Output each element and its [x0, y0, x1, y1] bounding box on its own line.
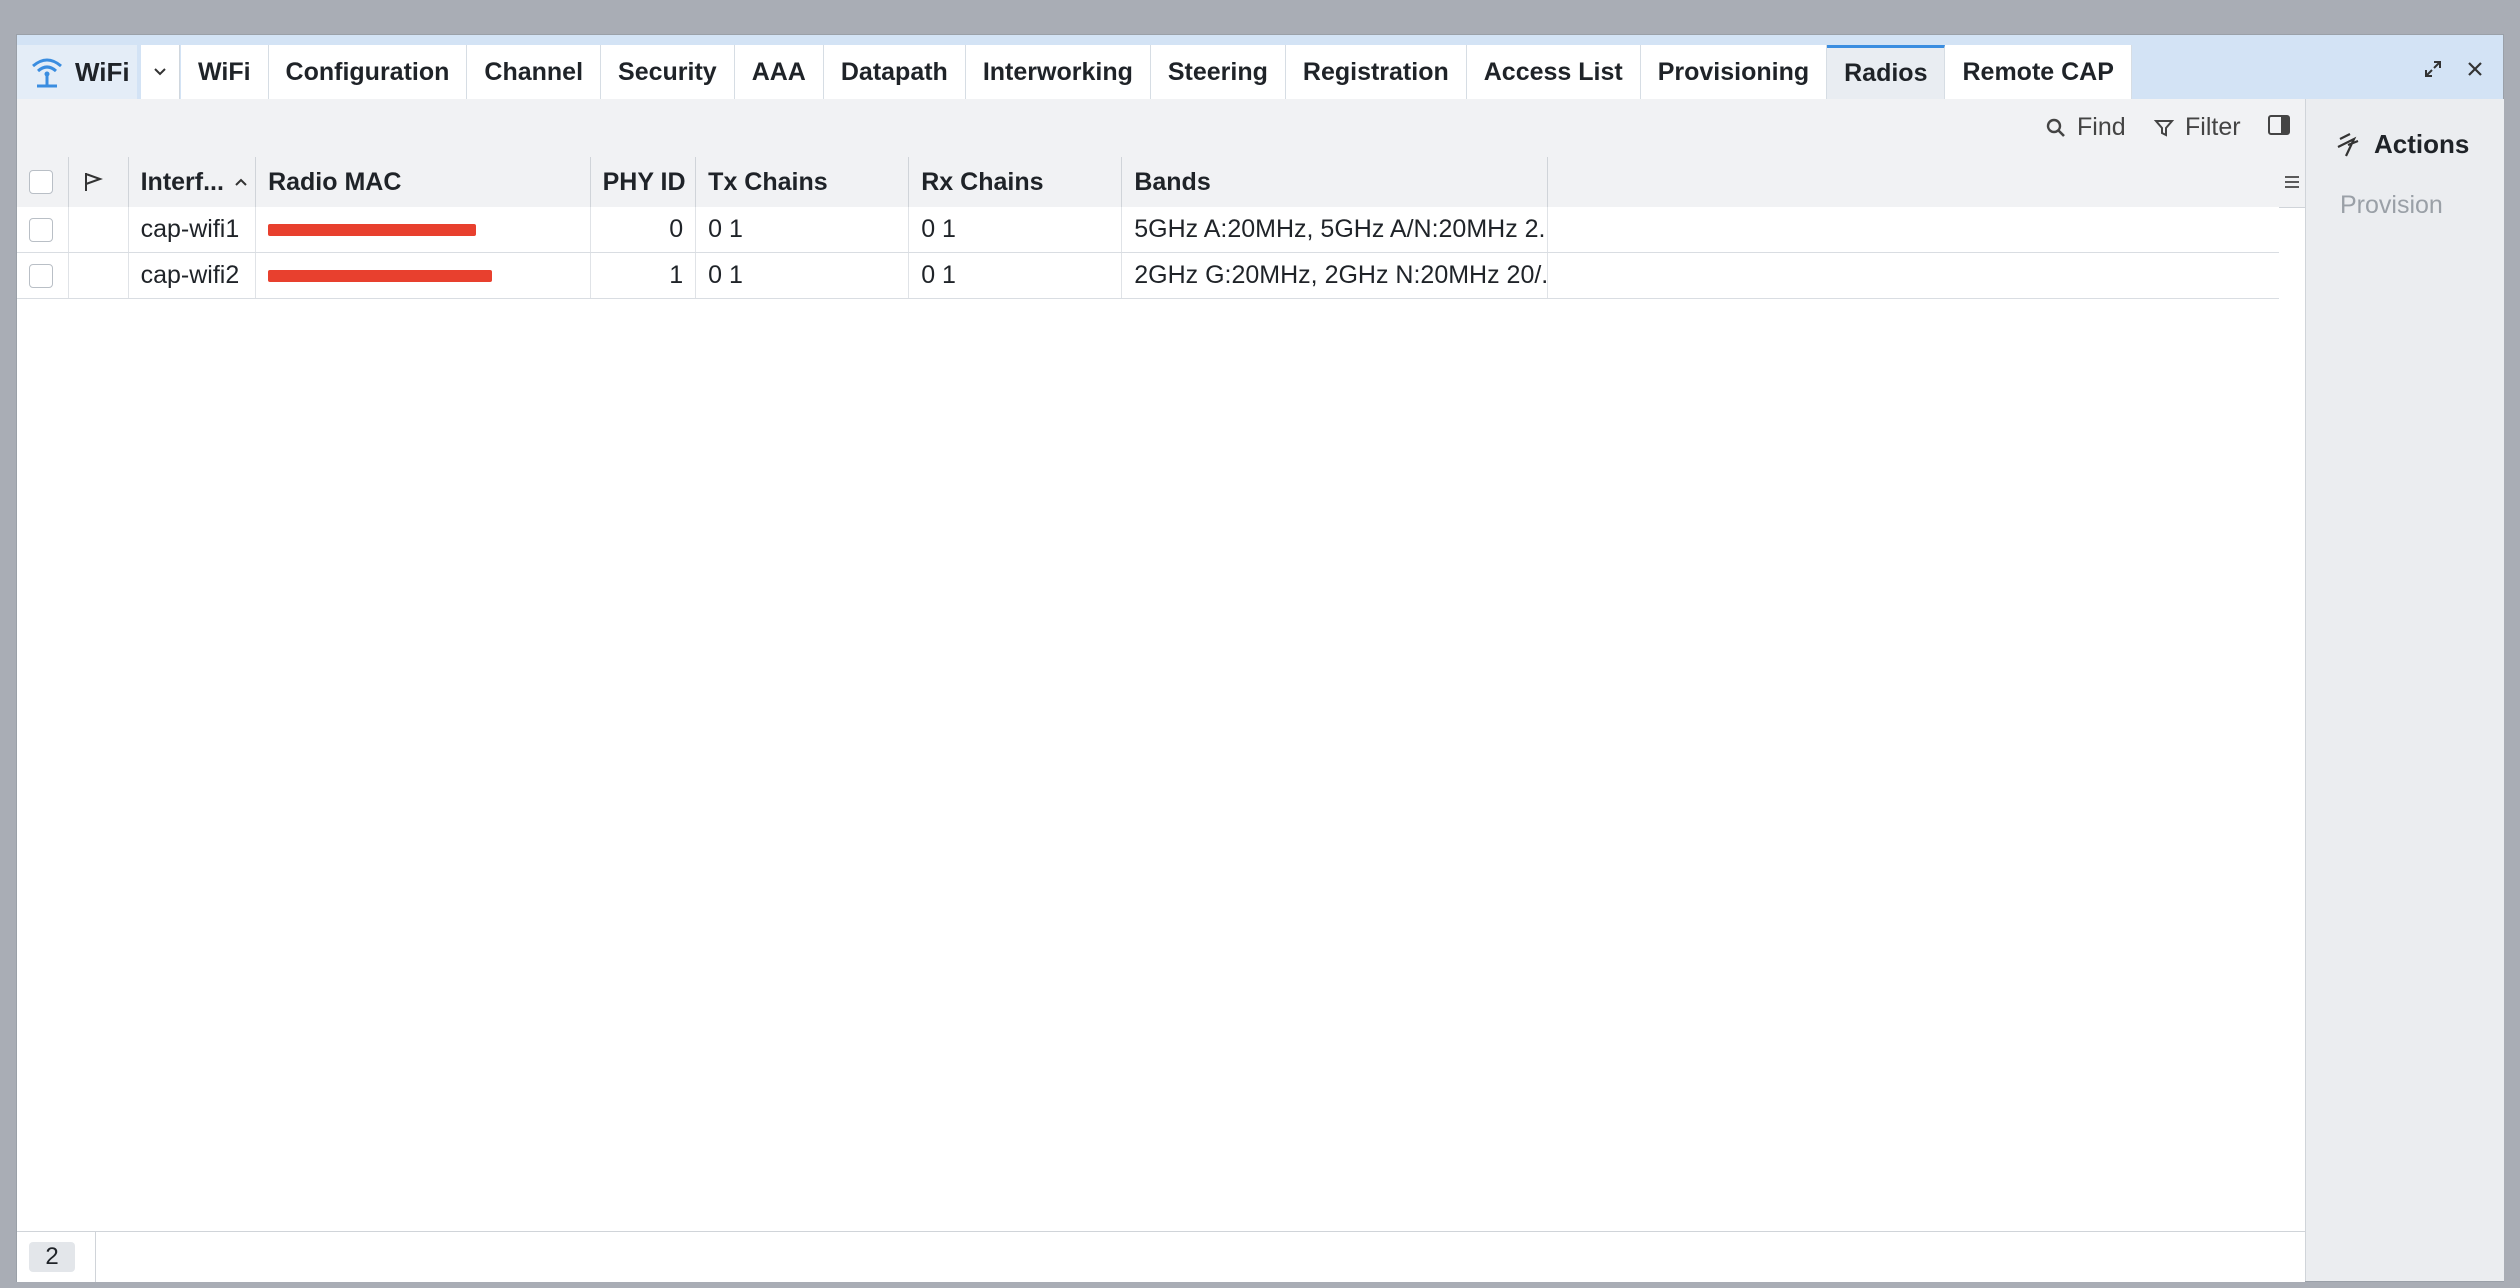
- column-header-tx-chains[interactable]: Tx Chains: [696, 157, 910, 207]
- tab-registration[interactable]: Registration: [1285, 45, 1467, 99]
- column-menu-icon[interactable]: [2283, 173, 2301, 191]
- cell-bands: 2GHz G:20MHz, 2GHz N:20MHz 20/...: [1122, 253, 1549, 298]
- row-select-cell: [17, 253, 69, 298]
- tab-list: WiFi Configuration Channel Security AAA …: [181, 45, 2132, 99]
- actions-icon: [2337, 132, 2359, 156]
- tab-configuration[interactable]: Configuration: [268, 45, 468, 99]
- table-header: Interf... Radio MAC PHY ID Tx Chains Rx …: [17, 157, 2305, 208]
- cell-phy-id: 1: [591, 253, 697, 298]
- toolbar: Find Filter: [17, 99, 2305, 158]
- tab-dropdown-button[interactable]: [141, 45, 180, 99]
- footer-divider: [95, 1232, 96, 1282]
- cell-interface: cap-wifi2: [129, 253, 257, 298]
- select-all-cell: [17, 157, 69, 207]
- chevron-down-icon: [154, 68, 166, 76]
- cell-phy-id: 0: [591, 207, 697, 252]
- column-header-rx-chains[interactable]: Rx Chains: [909, 157, 1123, 207]
- column-header-interface[interactable]: Interf...: [129, 157, 257, 207]
- tab-bar: WiFi WiFi Configuration Channel Security…: [17, 35, 2503, 100]
- tab-datapath[interactable]: Datapath: [823, 45, 966, 99]
- wifi-window: WiFi WiFi Configuration Channel Security…: [16, 34, 2504, 1282]
- wifi-icon: [32, 58, 62, 88]
- tab-access-list[interactable]: Access List: [1466, 45, 1641, 99]
- cell-tx-chains: 0 1: [696, 207, 910, 252]
- app-title-label: WiFi: [75, 56, 130, 87]
- redaction-mark: [268, 269, 493, 282]
- side-panel-toggle[interactable]: [2267, 113, 2301, 137]
- tab-remote-cap[interactable]: Remote CAP: [1945, 45, 2132, 99]
- cell-empty: [1548, 207, 2279, 252]
- flag-icon: [84, 173, 103, 191]
- column-header-empty: [1548, 157, 2305, 207]
- row-flag-cell: [69, 207, 129, 252]
- row-count-badge: 2: [29, 1242, 75, 1272]
- tab-wifi[interactable]: WiFi: [181, 45, 269, 99]
- cell-rx-chains: 0 1: [909, 207, 1123, 252]
- select-all-checkbox[interactable]: [29, 170, 53, 194]
- side-panel-icon: [2268, 115, 2290, 135]
- find-label: Find: [2077, 113, 2126, 141]
- cell-tx-chains: 0 1: [696, 253, 910, 298]
- flag-column-header[interactable]: [69, 157, 129, 207]
- maximize-button[interactable]: [2413, 49, 2453, 89]
- tab-steering[interactable]: Steering: [1150, 45, 1286, 99]
- find-button[interactable]: Find: [2045, 113, 2126, 142]
- filter-button[interactable]: Filter: [2153, 113, 2241, 142]
- provision-action[interactable]: Provision: [2340, 191, 2443, 220]
- status-bar: 2: [17, 1231, 2305, 1282]
- column-header-interface-label: Interf...: [140, 167, 224, 196]
- row-select-cell: [17, 207, 69, 252]
- tab-interworking[interactable]: Interworking: [965, 45, 1151, 99]
- actions-panel: Actions Provision: [2305, 99, 2504, 1281]
- column-header-phy-id[interactable]: PHY ID: [591, 157, 697, 207]
- table-row[interactable]: cap-wifi1 0 0 1 0 1 5GHz A:20MHz, 5GHz A…: [17, 207, 2279, 253]
- tab-channel[interactable]: Channel: [467, 45, 602, 99]
- cell-radio-mac: [256, 207, 591, 252]
- actions-title: Actions: [2374, 129, 2470, 159]
- app-title: WiFi: [17, 45, 137, 99]
- filter-label: Filter: [2185, 113, 2241, 141]
- redaction-mark: [268, 223, 477, 236]
- tab-security[interactable]: Security: [601, 45, 735, 99]
- cell-empty: [1548, 253, 2279, 298]
- actions-header: Actions: [2334, 129, 2469, 160]
- row-checkbox[interactable]: [29, 217, 53, 242]
- column-header-radio-mac[interactable]: Radio MAC: [256, 157, 591, 207]
- sort-ascending-icon: [235, 178, 247, 186]
- tab-aaa[interactable]: AAA: [734, 45, 824, 99]
- cell-rx-chains: 0 1: [909, 253, 1123, 298]
- search-icon: [2046, 118, 2065, 137]
- close-icon: [2468, 62, 2482, 76]
- close-button[interactable]: [2455, 49, 2495, 89]
- cell-bands: 5GHz A:20MHz, 5GHz A/N:20MHz 2...: [1122, 207, 1549, 252]
- row-checkbox[interactable]: [29, 263, 53, 288]
- filter-icon: [2153, 119, 2175, 137]
- cell-interface: cap-wifi1: [129, 207, 257, 252]
- maximize-icon: [2425, 61, 2441, 77]
- tab-radios[interactable]: Radios: [1827, 45, 1946, 99]
- tab-provisioning[interactable]: Provisioning: [1640, 45, 1828, 99]
- column-header-bands[interactable]: Bands: [1122, 157, 1549, 207]
- table-row[interactable]: cap-wifi2 1 0 1 0 1 2GHz G:20MHz, 2GHz N…: [17, 253, 2279, 299]
- cell-radio-mac: [256, 253, 591, 298]
- radios-table: Interf... Radio MAC PHY ID Tx Chains Rx …: [17, 157, 2305, 1167]
- row-flag-cell: [69, 253, 129, 298]
